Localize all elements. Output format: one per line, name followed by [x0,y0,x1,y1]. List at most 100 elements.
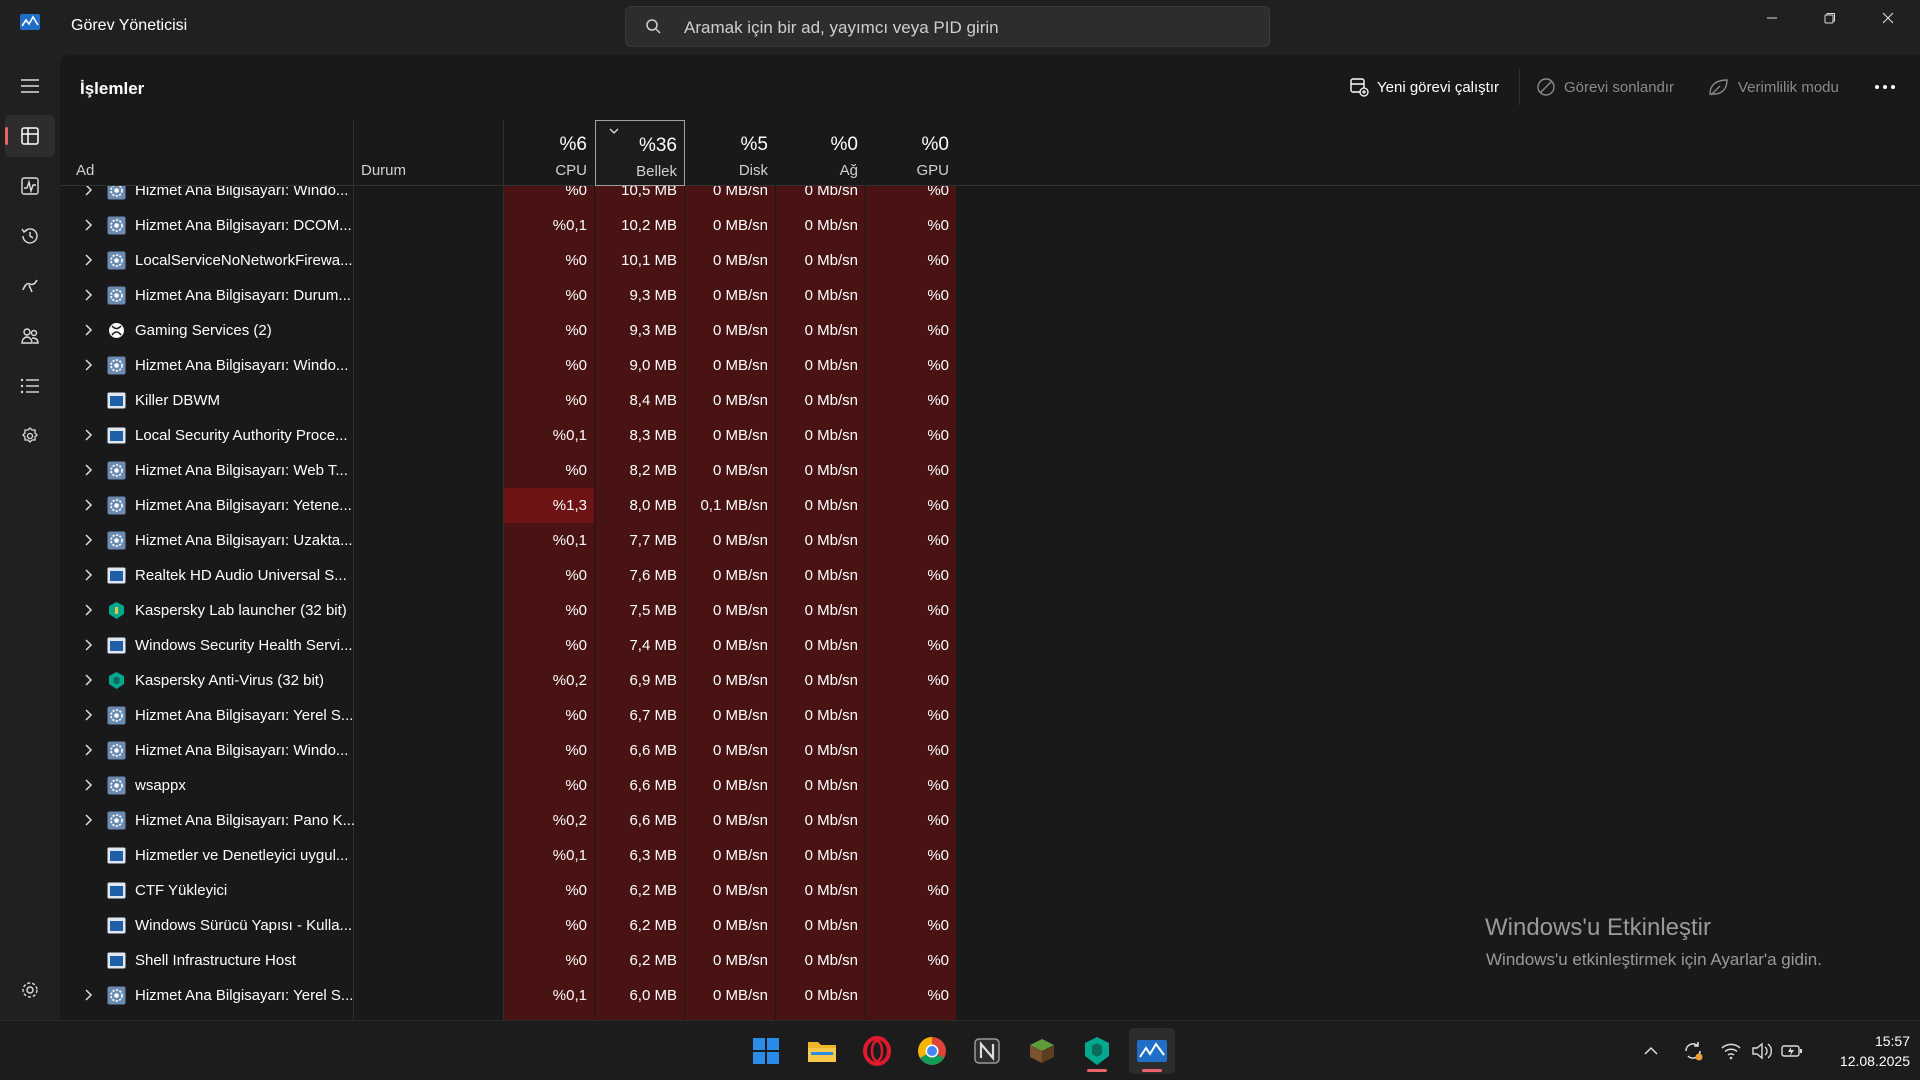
efficiency-mode-button[interactable]: Verimlilik modu [1708,77,1839,97]
expand-chevron-icon[interactable] [80,567,96,583]
gear-icon [107,216,126,235]
restore-button[interactable] [1801,0,1859,36]
hamburger-menu-button[interactable] [5,65,55,107]
system-clock[interactable]: 15:57 12.08.2025 [1820,1031,1910,1071]
process-row[interactable]: Hizmet Ana Bilgisayarı: Durum... %0 9,3 MB… [60,278,960,313]
taskbar-notion[interactable] [964,1028,1010,1074]
expand-chevron-icon[interactable] [80,672,96,688]
run-new-task-button[interactable]: Yeni görevi çalıştır [1349,77,1499,97]
sidebar-item-performance[interactable] [5,165,55,207]
process-row[interactable]: Realtek HD Audio Universal S... %0 7,6 MB 0… [60,558,960,593]
process-row[interactable]: Local Security Authority Proce... %0,1 8,3… [60,418,960,453]
column-header-name[interactable]: Ad [60,120,353,186]
end-task-button[interactable]: Görevi sonlandır [1536,77,1674,97]
sidebar-item-startup-apps[interactable] [5,265,55,307]
taskbar-minecraft[interactable] [1019,1028,1065,1074]
expand-chevron-icon[interactable] [80,602,96,618]
expand-chevron-icon[interactable] [80,217,96,233]
search-box[interactable] [625,6,1270,48]
disk-cell: 0 MB/sn [685,278,775,313]
sidebar-item-services[interactable] [5,415,55,457]
expand-chevron-icon[interactable] [80,532,96,548]
taskbar-start-button[interactable] [743,1028,789,1074]
process-row[interactable]: Shell Infrastructure Host %0 6,2 MB 0 MB/sn… [60,943,960,978]
memory-cell: 6,2 MB [595,873,684,908]
column-header-status[interactable]: Durum [353,120,503,186]
activation-watermark-subtitle: Windows'u etkinleştirmek için Ayarlar'a … [1486,950,1822,969]
disk-cell: 0 MB/sn [685,908,775,943]
process-row[interactable]: Kaspersky Anti-Virus (32 bit) %0,2 6,9 MB 0… [60,663,960,698]
process-row[interactable]: Windows Sürücü Yapısı - Kulla... %0 6,2 MB… [60,908,960,943]
process-row[interactable]: Hizmet Ana Bilgisayarı: Windo... %0 9,0 MB… [60,348,960,383]
expand-chevron-icon[interactable] [80,252,96,268]
sidebar-item-settings[interactable] [5,969,55,1011]
expand-chevron-icon[interactable] [80,427,96,443]
memory-cell: 6,6 MB [595,733,684,768]
process-row[interactable]: Hizmet Ana Bilgisayarı: Yerel S... %0,1 6,… [60,978,960,1013]
gpu-cell: %0 [866,628,956,663]
process-row[interactable]: Hizmet Ana Bilgisayarı: Windo... %0 6,6 MB… [60,733,960,768]
process-row[interactable]: Windows Security Health Servi... %0 7,4 MB… [60,628,960,663]
expand-chevron-icon[interactable] [80,497,96,513]
expand-chevron-icon[interactable] [80,707,96,723]
taskbar-opera[interactable] [854,1028,900,1074]
process-row[interactable]: Hizmetler ve Denetleyici uygul... %0,1 6,3… [60,838,960,873]
sidebar-item-users[interactable] [5,315,55,357]
search-input[interactable] [682,7,1256,48]
expand-chevron-icon[interactable] [80,987,96,1003]
column-header-disk[interactable]: %5 Disk [685,120,775,186]
taskbar-chrome[interactable] [909,1028,955,1074]
more-options-button[interactable] [1870,77,1900,97]
expand-chevron-icon[interactable] [80,742,96,758]
tray-battery[interactable] [1779,1038,1805,1064]
gpu-cell: %0 [866,593,956,628]
process-row[interactable]: Killer DBWM %0 8,4 MB 0 MB/sn 0 Mb/sn %0 [60,383,960,418]
expand-chevron-icon[interactable] [80,322,96,338]
close-button[interactable] [1859,0,1917,36]
expand-chevron-icon[interactable] [80,186,96,198]
search-icon [644,17,664,37]
tray-wifi[interactable] [1718,1038,1744,1064]
tray-volume[interactable] [1749,1038,1775,1064]
process-name: Kaspersky Anti-Virus (32 bit) [135,672,324,689]
process-row[interactable]: LocalServiceNoNetworkFirewa... %0 10,1 MB 0… [60,243,960,278]
disk-cell: 0 MB/sn [685,523,775,558]
expand-chevron-icon[interactable] [80,287,96,303]
process-row[interactable] [60,1013,960,1020]
expand-chevron-icon[interactable] [80,812,96,828]
column-header-gpu[interactable]: %0 GPU [866,120,956,186]
process-row[interactable]: Gaming Services (2) %0 9,3 MB 0 MB/sn 0 Mb/s… [60,313,960,348]
minimize-button[interactable] [1743,0,1801,36]
process-row[interactable]: wsappx %0 6,6 MB 0 MB/sn 0 Mb/sn %0 [60,768,960,803]
process-row[interactable]: Kaspersky Lab launcher (32 bit) %0 7,5 MB 0… [60,593,960,628]
process-row[interactable]: Hizmet Ana Bilgisayarı: Uzakta... %0,1 7,7… [60,523,960,558]
expand-chevron-icon[interactable] [80,637,96,653]
sidebar-item-details[interactable] [5,365,55,407]
expand-chevron-icon[interactable] [80,357,96,373]
network-cell: 0 Mb/sn [776,523,865,558]
start-icon [753,1038,779,1064]
show-hidden-icons-button[interactable] [1638,1038,1664,1064]
cpu-cell: %0 [504,558,594,593]
taskbar-file-explorer[interactable] [799,1028,845,1074]
process-row[interactable]: Hizmet Ana Bilgisayarı: DCOM... %0,1 10,2 … [60,208,960,243]
process-row[interactable]: Hizmet Ana Bilgisayarı: Pano K... %0,2 6,6… [60,803,960,838]
process-row[interactable]: Hizmet Ana Bilgisayarı: Windo... %0 10,5 M… [60,186,960,208]
wifi-icon [1721,1043,1741,1060]
sidebar-item-app-history[interactable] [5,215,55,257]
window-icon [107,391,126,410]
process-row[interactable]: CTF Yükleyici %0 6,2 MB 0 MB/sn 0 Mb/sn %0 [60,873,960,908]
column-header-network[interactable]: %0 Ağ [776,120,865,186]
tray-sync-button[interactable] [1680,1038,1706,1064]
taskbar-kaspersky[interactable] [1074,1028,1120,1074]
process-row[interactable]: Hizmet Ana Bilgisayarı: Yetene... %1,3 8,0… [60,488,960,523]
expand-chevron-icon[interactable] [80,777,96,793]
column-header-memory[interactable]: %36 Bellek [595,120,685,186]
network-cell: 0 Mb/sn [776,313,865,348]
expand-chevron-icon[interactable] [80,462,96,478]
process-row[interactable]: Hizmet Ana Bilgisayarı: Yerel S... %0 6,7 … [60,698,960,733]
process-row[interactable]: Hizmet Ana Bilgisayarı: Web T... %0 8,2 MB… [60,453,960,488]
taskbar-task-manager[interactable] [1129,1028,1175,1074]
sidebar-item-processes[interactable] [5,115,55,157]
column-header-cpu[interactable]: %6 CPU [504,120,594,186]
